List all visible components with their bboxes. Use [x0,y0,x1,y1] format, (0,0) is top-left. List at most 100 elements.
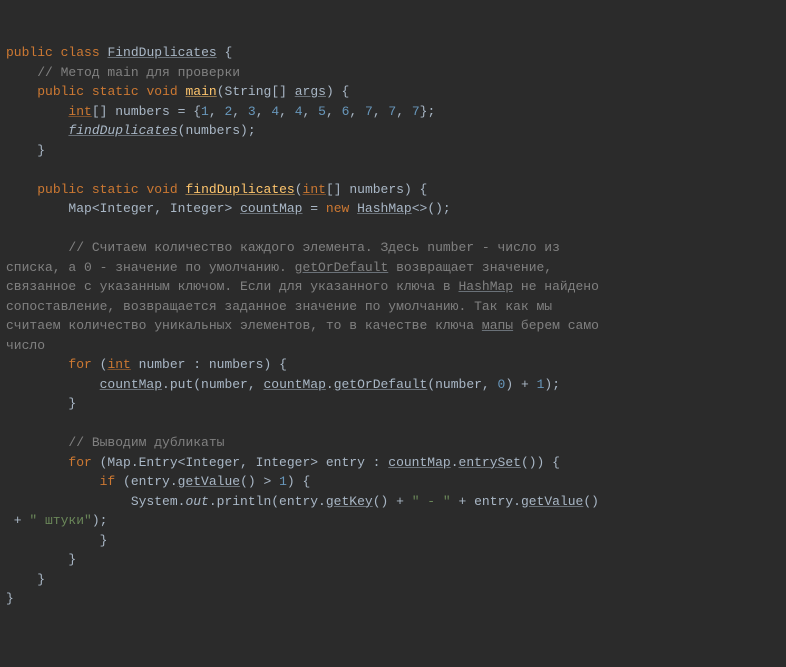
comma: , [326,104,342,119]
comment: связанное с указанным ключом. Если для у… [6,279,458,294]
number: 4 [295,104,303,119]
number: 3 [248,104,256,119]
method-god: getOrDefault [334,377,428,392]
method-getvalue: getValue [178,474,240,489]
paren: (String[] [217,84,295,99]
brace: } [100,533,108,548]
text: () + [373,494,412,509]
keyword-new: new [326,201,349,216]
keyword-public: public [37,84,84,99]
number: 4 [271,104,279,119]
comma: , [303,104,319,119]
brace: } [37,143,45,158]
hashmap: HashMap [357,201,412,216]
diamond: <>(); [412,201,451,216]
keyword-if: if [100,474,116,489]
method-entryset: entrySet [459,455,521,470]
comment: сопоставление, возвращается заданное зна… [6,299,560,314]
comment: // Выводим дубликаты [68,435,224,450]
paren: ( [295,182,303,197]
text: ); [92,513,108,528]
comment: // Метод main для проверки [37,65,240,80]
method-getkey: getKey [326,494,373,509]
keyword-for: for [68,357,91,372]
args: (numbers); [178,123,256,138]
map-type: Map<Integer, Integer> [68,201,240,216]
comment: число [6,338,45,353]
keyword-for: for [68,455,91,470]
sp [349,201,357,216]
comment-underline: getOrDefault [295,260,389,275]
keyword-class: class [61,45,100,60]
comma: , [209,104,225,119]
method-name: findDuplicates [186,182,295,197]
type-int: int [68,104,91,119]
end: }; [420,104,436,119]
eq: = [302,201,325,216]
comma: , [279,104,295,119]
number: 1 [279,474,287,489]
text: (Map.Entry<Integer, Integer> entry : [92,455,388,470]
comment: // Считаем количество каждого элемента. … [68,240,567,255]
comment: не найдено [513,279,607,294]
type-int: int [303,182,326,197]
keyword-void: void [146,84,177,99]
dot: . [451,455,459,470]
comma: , [256,104,272,119]
keyword-void: void [146,182,177,197]
method-call: findDuplicates [68,123,177,138]
brace: } [68,396,76,411]
var-countmap: countMap [388,455,450,470]
number: 7 [365,104,373,119]
brace: } [68,552,76,567]
method-getvalue: getValue [521,494,583,509]
keyword-static: static [92,182,139,197]
text: System. [131,494,186,509]
keyword-static: static [92,84,139,99]
string: " штуки" [29,513,91,528]
comma: , [396,104,412,119]
keyword-public: public [37,182,84,197]
comma: , [349,104,365,119]
text: + [6,513,29,528]
comma: , [373,104,389,119]
paren: ( [92,357,108,372]
out-field: out [185,494,208,509]
text: ) { [287,474,310,489]
string: " - " [412,494,451,509]
param-args: args [295,84,326,99]
text: + entry. [451,494,521,509]
brace: { [217,45,233,60]
text: (entry. [115,474,177,489]
method-main: main [186,84,217,99]
comment-underline: мапы [482,318,513,333]
comma: , [232,104,248,119]
comment: возвращает значение, [388,260,560,275]
args: (number, [427,377,497,392]
dot: . [326,377,334,392]
keyword-public: public [6,45,53,60]
semi: ); [544,377,560,392]
class-name: FindDuplicates [107,45,216,60]
brace: } [6,591,14,606]
text: number : numbers) { [131,357,287,372]
text: ) + [505,377,536,392]
code-block: public class FindDuplicates { // Метод m… [6,43,780,609]
brace: } [37,572,45,587]
comment: берем само [513,318,607,333]
comment-underline: HashMap [458,279,513,294]
text: [] numbers) { [326,182,427,197]
var-countmap: countMap [240,201,302,216]
text: () > [240,474,279,489]
comment: списка, а 0 - значение по умолчанию. [6,260,295,275]
number: 5 [318,104,326,119]
paren: ) { [326,84,349,99]
var-countmap: countMap [263,377,325,392]
comment: считаем количество уникальных элементов,… [6,318,482,333]
text: [] numbers = { [92,104,201,119]
number: 1 [201,104,209,119]
text: .println(entry. [209,494,326,509]
var-countmap: countMap [100,377,162,392]
text: ()) { [521,455,560,470]
text: () [583,494,599,509]
